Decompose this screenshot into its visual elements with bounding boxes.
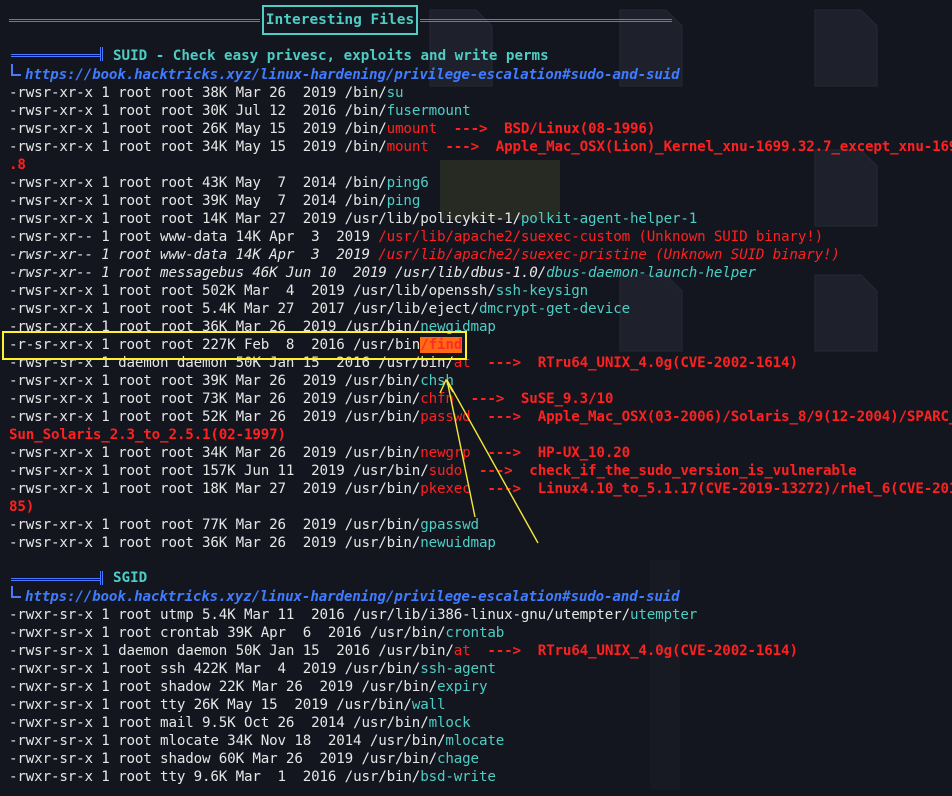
arrow-line-right [446,379,476,518]
arrow-line-left [446,379,539,544]
annotation-arrows [439,378,539,544]
terminal[interactable]: Interesting Files SUID - Check easy priv… [0,0,952,792]
